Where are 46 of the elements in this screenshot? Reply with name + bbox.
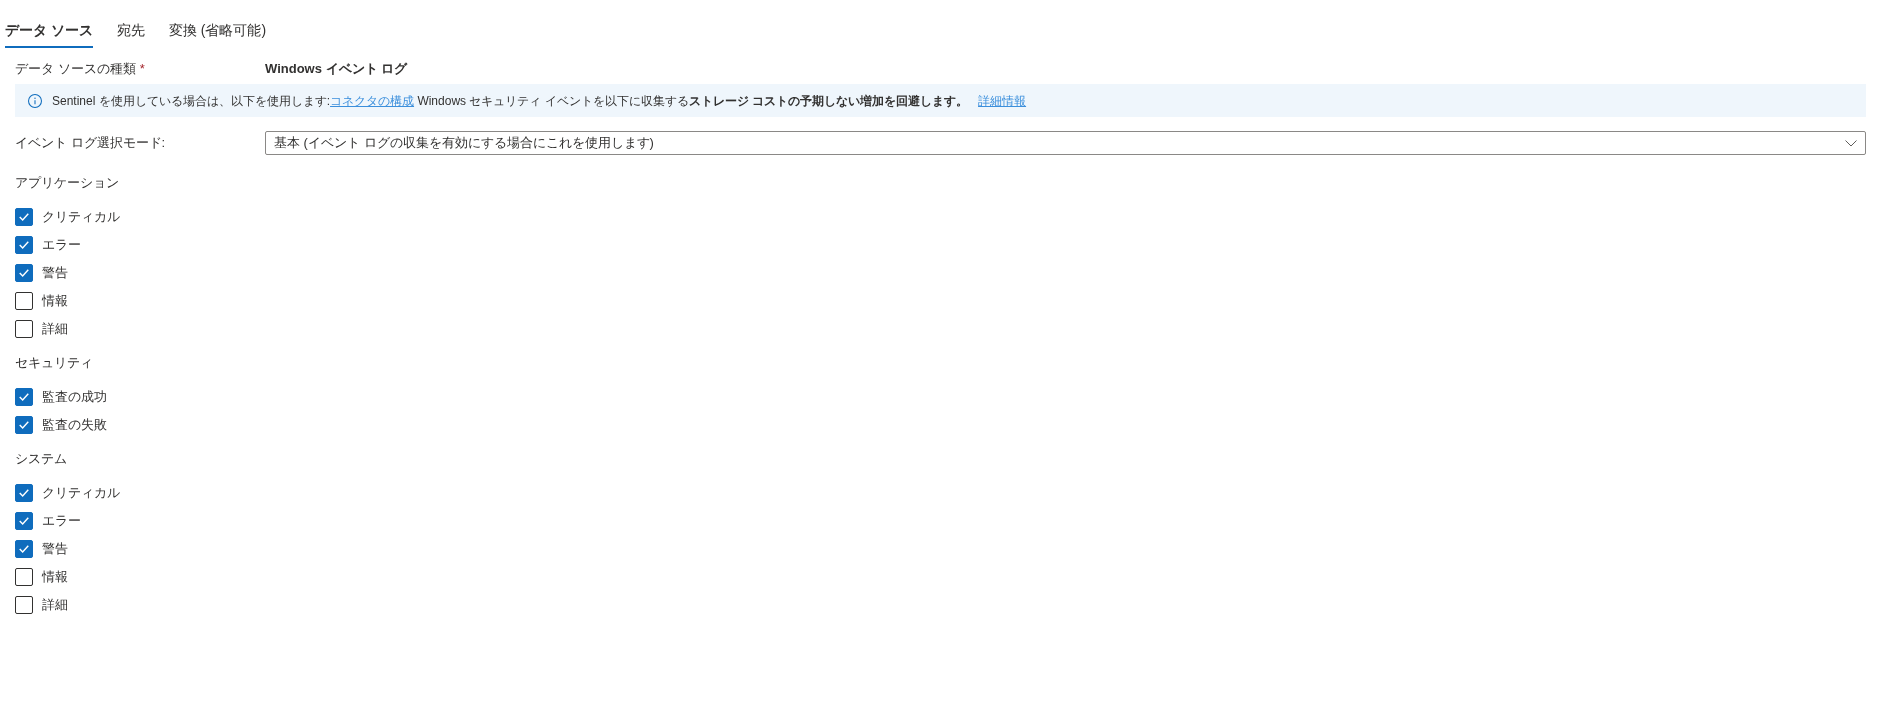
section-heading: アプリケーション [15,174,119,192]
checkbox[interactable] [15,264,33,282]
section-heading: セキュリティ [15,354,93,372]
checkmark-icon [19,517,29,525]
tab[interactable]: 変換 (省略可能) [168,12,267,48]
chevron-down-icon [1845,139,1857,147]
checkbox[interactable] [15,236,33,254]
field-label: データ ソースの種類 [15,60,136,78]
checkbox-label[interactable]: 情報 [42,291,68,311]
tab[interactable]: データ ソース [5,12,93,48]
checkbox-label[interactable]: 警告 [42,263,68,283]
checkmark-icon [19,489,29,497]
checkbox[interactable] [15,484,33,502]
checkbox-label[interactable]: 監査の失敗 [42,415,107,435]
section-heading: システム [15,450,67,468]
checkbox-label[interactable]: クリティカル [42,207,120,227]
checkbox-label[interactable]: エラー [42,235,81,255]
checkbox[interactable] [15,320,33,338]
checkbox-label[interactable]: 警告 [42,539,68,559]
required-mark: * [139,60,145,78]
checkmark-icon [19,213,29,221]
info-message: Sentinel を使用している場合は、以下を使用します:コネクタの構成 Windows セキュリティ イベントを以下に収集するストレージ コストの予期しない増加を回避します。 [52,92,969,109]
checkmark-icon [19,393,29,401]
checkbox[interactable] [15,512,33,530]
checkbox[interactable] [15,292,33,310]
checkbox[interactable] [15,416,33,434]
checkbox-label[interactable]: クリティカル [42,483,120,503]
field-label: イベント ログ選択モード: [15,134,166,152]
checkbox-label[interactable]: 詳細 [42,595,68,615]
checkmark-icon [19,269,29,277]
checkmark-icon [19,421,29,429]
info-icon [28,93,42,108]
tab[interactable]: 宛先 [116,12,145,48]
checkmark-icon [19,545,29,553]
checkbox-label[interactable]: 監査の成功 [42,387,107,407]
data-source-type-value: Windows イベント ログ [265,60,408,78]
checkbox[interactable] [15,540,33,558]
checkbox[interactable] [15,568,33,586]
checkbox[interactable] [15,388,33,406]
checkbox[interactable] [15,596,33,614]
event-log-mode-dropdown[interactable]: 基本 (イベント ログの収集を有効にする場合にこれを使用します) [265,131,1866,155]
checkbox-label[interactable]: 詳細 [42,319,68,339]
checkbox-label[interactable]: エラー [42,511,81,531]
checkbox[interactable] [15,208,33,226]
checkmark-icon [19,241,29,249]
checkbox-label[interactable]: 情報 [42,567,68,587]
